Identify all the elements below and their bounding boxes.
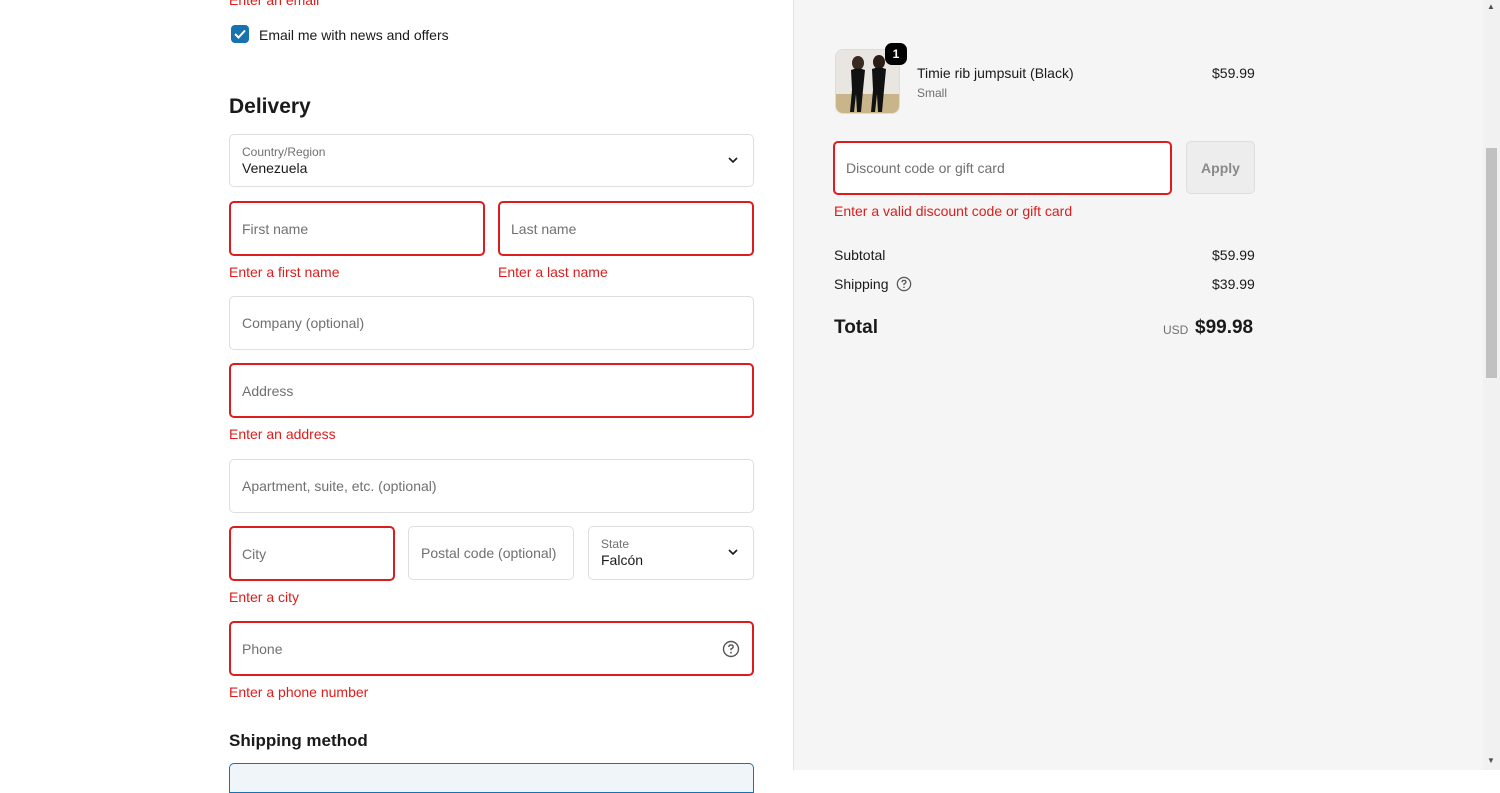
currency-code: USD (1163, 323, 1189, 337)
product-price: $59.99 (1212, 65, 1255, 81)
apartment-placeholder: Apartment, suite, etc. (optional) (242, 478, 437, 494)
country-value: Venezuela (242, 159, 308, 176)
company-placeholder: Company (optional) (242, 315, 365, 331)
total-label: Total (834, 317, 878, 338)
total-value: $99.98 (1195, 317, 1254, 338)
shipping-option[interactable] (229, 763, 754, 793)
country-select[interactable]: Country/Region Venezuela (229, 134, 754, 187)
state-label: State (601, 537, 630, 551)
chevron-down-icon (728, 156, 738, 163)
company-input[interactable]: Company (optional) (229, 296, 754, 350)
quantity-badge: 1 (885, 43, 907, 65)
scroll-down-arrow[interactable]: ▼ (1487, 756, 1495, 765)
discount-placeholder: Discount code or gift card (846, 160, 1005, 176)
scrollbar-thumb[interactable] (1486, 148, 1497, 378)
last-name-placeholder: Last name (511, 220, 577, 237)
newsletter-checkbox[interactable] (231, 25, 249, 43)
help-icon[interactable] (722, 640, 740, 658)
product-variant: Small (917, 86, 948, 100)
city-placeholder: City (242, 545, 267, 562)
shipping-value: $39.99 (1212, 276, 1255, 292)
address-input[interactable]: Address (229, 363, 754, 418)
first-name-error: Enter a first name (229, 264, 340, 280)
subtotal-label: Subtotal (834, 247, 886, 263)
page-scrollbar[interactable]: ▲ ▼ (1483, 0, 1500, 770)
subtotal-value: $59.99 (1212, 247, 1255, 263)
state-select[interactable]: State Falcón (588, 526, 754, 580)
product-name: Timie rib jumpsuit (Black) (917, 65, 1074, 81)
newsletter-label[interactable]: Email me with news and offers (259, 27, 449, 43)
check-icon (234, 29, 246, 39)
chevron-down-icon (728, 549, 738, 556)
email-error-message: Enter an email (229, 0, 320, 8)
phone-placeholder: Phone (242, 640, 283, 657)
shipping-help-icon[interactable] (896, 276, 912, 292)
postal-code-placeholder: Postal code (optional) (421, 545, 557, 561)
phone-input[interactable]: Phone (229, 621, 754, 676)
phone-error: Enter a phone number (229, 684, 369, 700)
scroll-up-arrow[interactable]: ▲ (1487, 2, 1495, 11)
shipping-method-heading: Shipping method (229, 731, 368, 750)
apartment-input[interactable]: Apartment, suite, etc. (optional) (229, 459, 754, 513)
country-label: Country/Region (242, 144, 326, 159)
first-name-placeholder: First name (242, 220, 309, 237)
postal-code-input[interactable]: Postal code (optional) (408, 526, 574, 580)
first-name-input[interactable]: First name (229, 201, 485, 256)
apply-discount-button[interactable]: Apply (1186, 141, 1255, 194)
last-name-input[interactable]: Last name (498, 201, 754, 256)
address-placeholder: Address (242, 382, 294, 399)
checkout-form-panel: Enter an email Email me with news and of… (0, 0, 793, 793)
address-error: Enter an address (229, 426, 336, 442)
city-error: Enter a city (229, 589, 300, 605)
discount-error: Enter a valid discount code or gift card (834, 203, 1073, 219)
state-value: Falcón (601, 552, 644, 568)
shipping-label: Shipping (834, 276, 889, 292)
last-name-error: Enter a last name (498, 264, 608, 280)
discount-code-input[interactable]: Discount code or gift card (833, 141, 1172, 195)
delivery-heading: Delivery (229, 95, 311, 118)
city-input[interactable]: City (229, 526, 395, 581)
order-summary-panel (793, 0, 1484, 770)
